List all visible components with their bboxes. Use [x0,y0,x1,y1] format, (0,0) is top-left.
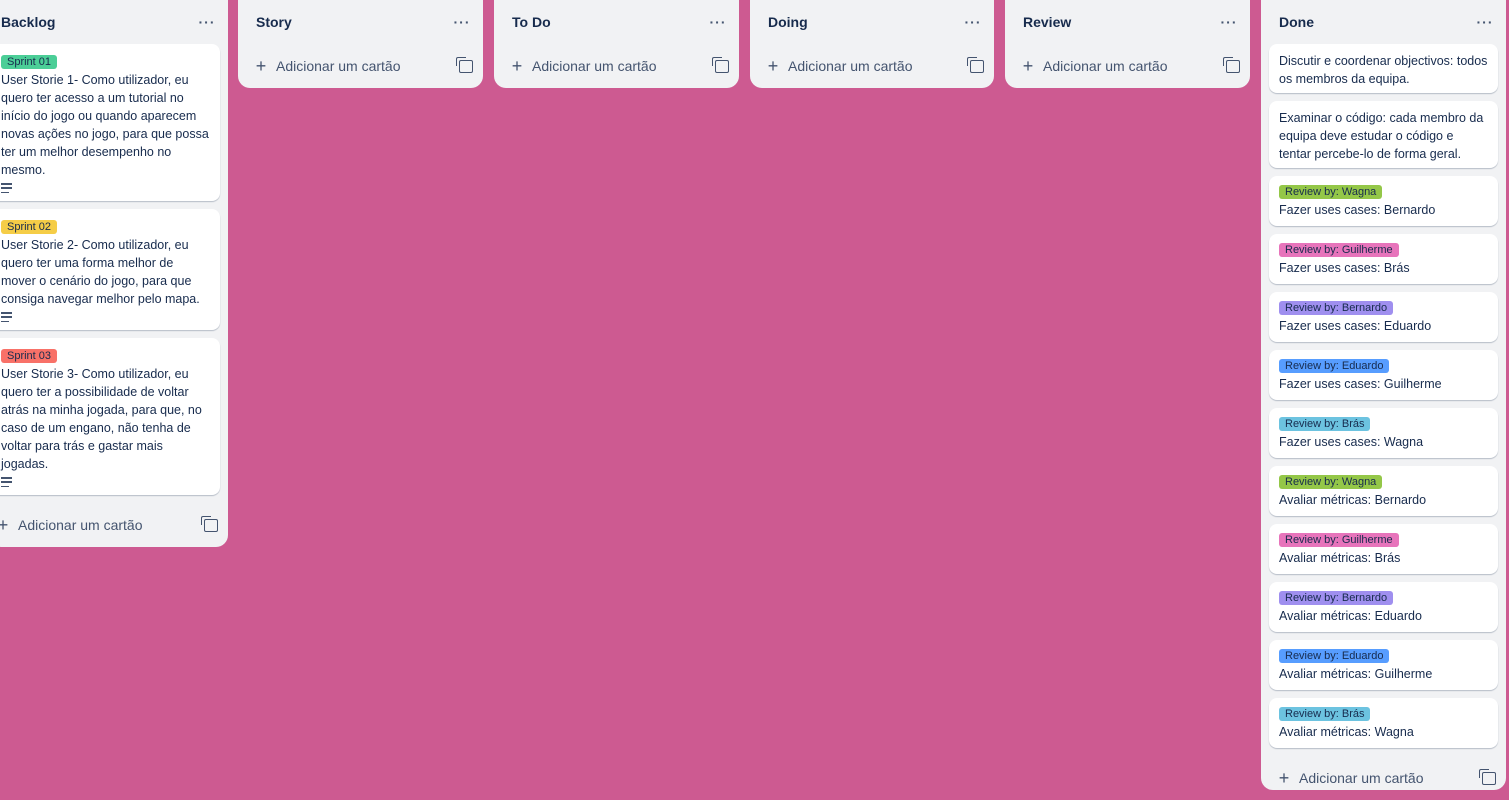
card-title: Fazer uses cases: Guilherme [1279,377,1442,391]
list-header: Story ··· [238,0,483,44]
list-header: To Do ··· [494,0,739,44]
card-title: Avaliar métricas: Eduardo [1279,609,1422,623]
add-card-button[interactable]: + Adicionar um cartão [1005,44,1250,88]
card-label: Review by: Wagna [1279,475,1383,489]
description-icon [1,183,12,193]
card-label: Review by: Wagna [1279,185,1383,199]
card-template-icon[interactable] [201,515,218,532]
add-card-button[interactable]: + Adicionar um cartão [0,503,228,547]
card-label: Review by: Bernardo [1279,301,1394,315]
card-template-icon[interactable] [712,56,729,73]
card-title: Discutir e coordenar objectivos: todos o… [1279,54,1488,86]
add-card-button[interactable]: + Adicionar um cartão [750,44,994,88]
card[interactable]: Sprint 03 User Storie 3- Como utilizador… [0,338,220,495]
add-card-label: Adicionar um cartão [276,58,401,74]
card-label: Review by: Eduardo [1279,359,1390,373]
plus-icon: + [1022,56,1034,76]
card-label: Review by: Eduardo [1279,649,1390,663]
card-container: Discutir e coordenar objectivos: todos o… [1261,44,1506,748]
add-card-label: Adicionar um cartão [788,58,913,74]
add-card-label: Adicionar um cartão [1043,58,1168,74]
card[interactable]: Review by: Guilherme Fazer uses cases: B… [1269,234,1498,284]
description-icon [1,312,12,322]
card-label: Review by: Brás [1279,707,1371,721]
plus-icon: + [511,56,523,76]
list-menu-icon[interactable]: ··· [1474,11,1496,33]
card-title: Fazer uses cases: Bernardo [1279,203,1436,217]
card-title: Fazer uses cases: Eduardo [1279,319,1432,333]
add-card-button[interactable]: + Adicionar um cartão [494,44,739,88]
add-card-button[interactable]: + Adicionar um cartão [238,44,483,88]
card-template-icon[interactable] [1479,768,1496,785]
card[interactable]: Review by: Wagna Fazer uses cases: Berna… [1269,176,1498,226]
card-title: Avaliar métricas: Brás [1279,551,1401,565]
card[interactable]: Discutir e coordenar objectivos: todos o… [1269,44,1498,93]
card-label: Sprint 01 [1,55,58,69]
card[interactable]: Review by: Brás Avaliar métricas: Wagna [1269,698,1498,748]
plus-icon: + [255,56,267,76]
list-title[interactable]: To Do [512,14,551,30]
list-header: Review ··· [1005,0,1250,44]
card-template-icon[interactable] [967,56,984,73]
list-done: Done ··· Discutir e coordenar objectivos… [1261,0,1506,790]
list-doing: Doing ··· + Adicionar um cartão [750,0,994,88]
list-header: Done ··· [1261,0,1506,44]
card-label: Review by: Brás [1279,417,1371,431]
card-title: User Storie 1- Como utilizador, eu quero… [1,73,209,177]
add-card-button[interactable]: + Adicionar um cartão [1261,756,1506,800]
list-title[interactable]: Review [1023,14,1071,30]
add-card-label: Adicionar um cartão [532,58,657,74]
card-template-icon[interactable] [1223,56,1240,73]
card-title: Avaliar métricas: Bernardo [1279,493,1427,507]
list-header: Doing ··· [750,0,994,44]
card-container: Sprint 01 User Storie 1- Como utilizador… [0,44,228,495]
plus-icon: + [0,515,9,535]
card[interactable]: Examinar o código: cada membro da equipa… [1269,101,1498,168]
card-title: Fazer uses cases: Wagna [1279,435,1424,449]
add-card-label: Adicionar um cartão [1299,770,1424,786]
list-backlog: Backlog ··· Sprint 01 User Storie 1- Com… [0,0,228,547]
card-title: Examinar o código: cada membro da equipa… [1279,111,1484,161]
card-title: User Storie 3- Como utilizador, eu quero… [1,367,202,471]
card-template-icon[interactable] [456,56,473,73]
list-title[interactable]: Story [256,14,292,30]
list-story: Story ··· + Adicionar um cartão [238,0,483,88]
plus-icon: + [1278,768,1290,788]
card[interactable]: Review by: Bernardo Avaliar métricas: Ed… [1269,582,1498,632]
card-title: Avaliar métricas: Guilherme [1279,667,1433,681]
card-title: User Storie 2- Como utilizador, eu quero… [1,238,200,306]
description-icon [1,477,12,487]
card[interactable]: Review by: Guilherme Avaliar métricas: B… [1269,524,1498,574]
plus-icon: + [767,56,779,76]
card[interactable]: Review by: Eduardo Avaliar métricas: Gui… [1269,640,1498,690]
card[interactable]: Review by: Wagna Avaliar métricas: Berna… [1269,466,1498,516]
card-label: Sprint 02 [1,220,58,234]
list-todo: To Do ··· + Adicionar um cartão [494,0,739,88]
card[interactable]: Sprint 02 User Storie 2- Como utilizador… [0,209,220,330]
card-label: Review by: Guilherme [1279,243,1399,257]
list-review: Review ··· + Adicionar um cartão [1005,0,1250,88]
card-title: Fazer uses cases: Brás [1279,261,1410,275]
list-menu-icon[interactable]: ··· [962,11,984,33]
card-label: Sprint 03 [1,349,58,363]
card[interactable]: Sprint 01 User Storie 1- Como utilizador… [0,44,220,201]
list-menu-icon[interactable]: ··· [451,11,473,33]
card-label: Review by: Bernardo [1279,591,1394,605]
list-menu-icon[interactable]: ··· [707,11,729,33]
card[interactable]: Review by: Bernardo Fazer uses cases: Ed… [1269,292,1498,342]
card[interactable]: Review by: Brás Fazer uses cases: Wagna [1269,408,1498,458]
list-title[interactable]: Doing [768,14,808,30]
card[interactable]: Review by: Eduardo Fazer uses cases: Gui… [1269,350,1498,400]
card-title: Avaliar métricas: Wagna [1279,725,1414,739]
list-header: Backlog ··· [0,0,228,44]
list-menu-icon[interactable]: ··· [196,11,218,33]
list-title[interactable]: Backlog [1,14,55,30]
card-label: Review by: Guilherme [1279,533,1399,547]
list-title[interactable]: Done [1279,14,1314,30]
list-menu-icon[interactable]: ··· [1218,11,1240,33]
add-card-label: Adicionar um cartão [18,517,143,533]
